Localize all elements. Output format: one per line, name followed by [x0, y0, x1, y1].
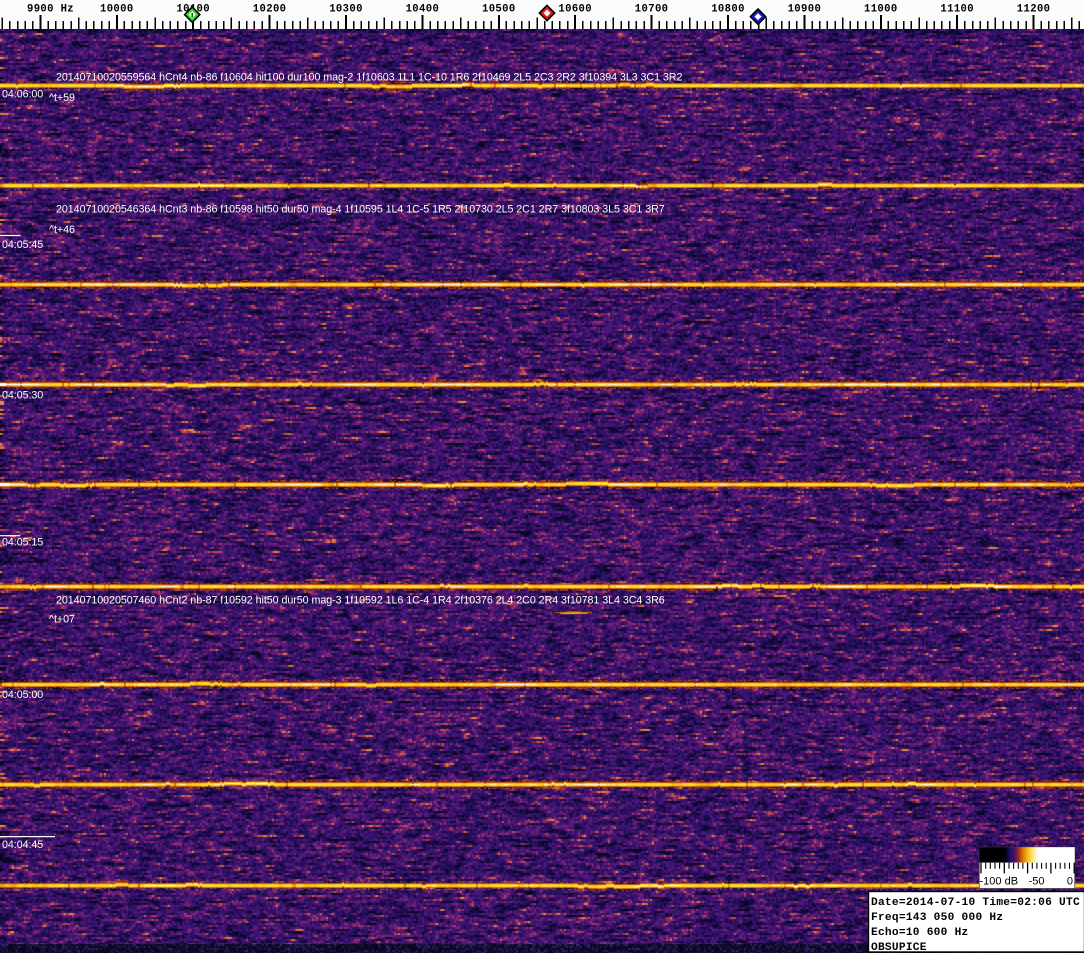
svg-text:^t+59: ^t+59 — [49, 92, 75, 104]
svg-text:20140710020559564 hCnt4 nb-86: 20140710020559564 hCnt4 nb-86 f10604 hit… — [56, 72, 682, 84]
svg-text:Freq=143 050 000 Hz: Freq=143 050 000 Hz — [871, 912, 1003, 924]
svg-text:-50: -50 — [1029, 876, 1045, 888]
svg-text:04:05:30: 04:05:30 — [2, 390, 43, 402]
svg-text:10400: 10400 — [406, 4, 440, 16]
svg-text:10700: 10700 — [635, 4, 669, 16]
svg-text:11100: 11100 — [940, 4, 974, 16]
svg-text:^t+07: ^t+07 — [49, 614, 75, 626]
svg-text:^: ^ — [0, 595, 1, 607]
svg-text:20140710020546364 hCnt3 nb-86: 20140710020546364 hCnt3 nb-86 f10598 hit… — [56, 204, 665, 216]
svg-text:^t+46: ^t+46 — [49, 224, 75, 236]
svg-text:^: ^ — [0, 224, 1, 236]
svg-text:04:05:15: 04:05:15 — [2, 536, 43, 548]
svg-text:10800: 10800 — [711, 4, 745, 16]
svg-text:10000: 10000 — [100, 4, 134, 16]
svg-text:^: ^ — [0, 204, 1, 216]
svg-text:20140710020507460 hCnt2 nb-87: 20140710020507460 hCnt2 nb-87 f10592 hit… — [56, 595, 665, 607]
svg-text:04:05:45: 04:05:45 — [2, 239, 43, 251]
svg-text:11200: 11200 — [1017, 4, 1051, 16]
svg-text:0: 0 — [1067, 876, 1073, 888]
svg-text:10900: 10900 — [788, 4, 822, 16]
svg-text:04:06:00: 04:06:00 — [2, 89, 43, 101]
svg-text:11000: 11000 — [864, 4, 898, 16]
svg-text:04:04:45: 04:04:45 — [2, 839, 43, 851]
svg-text:04:05:00: 04:05:00 — [2, 689, 43, 701]
svg-text:^: ^ — [0, 614, 1, 626]
svg-text:10600: 10600 — [558, 4, 592, 16]
svg-text:10500: 10500 — [482, 4, 516, 16]
svg-text:10200: 10200 — [253, 4, 287, 16]
svg-text:9900 Hz: 9900 Hz — [27, 4, 74, 16]
svg-text:^: ^ — [0, 72, 1, 84]
svg-text:10300: 10300 — [329, 4, 363, 16]
svg-text:OBSUPICE: OBSUPICE — [871, 942, 927, 953]
svg-text:Echo=10 600 Hz: Echo=10 600 Hz — [871, 927, 969, 939]
svg-text:Date=2014-07-10 Time=02:06 UTC: Date=2014-07-10 Time=02:06 UTC — [871, 897, 1080, 909]
svg-text:-100 dB: -100 dB — [980, 876, 1019, 888]
